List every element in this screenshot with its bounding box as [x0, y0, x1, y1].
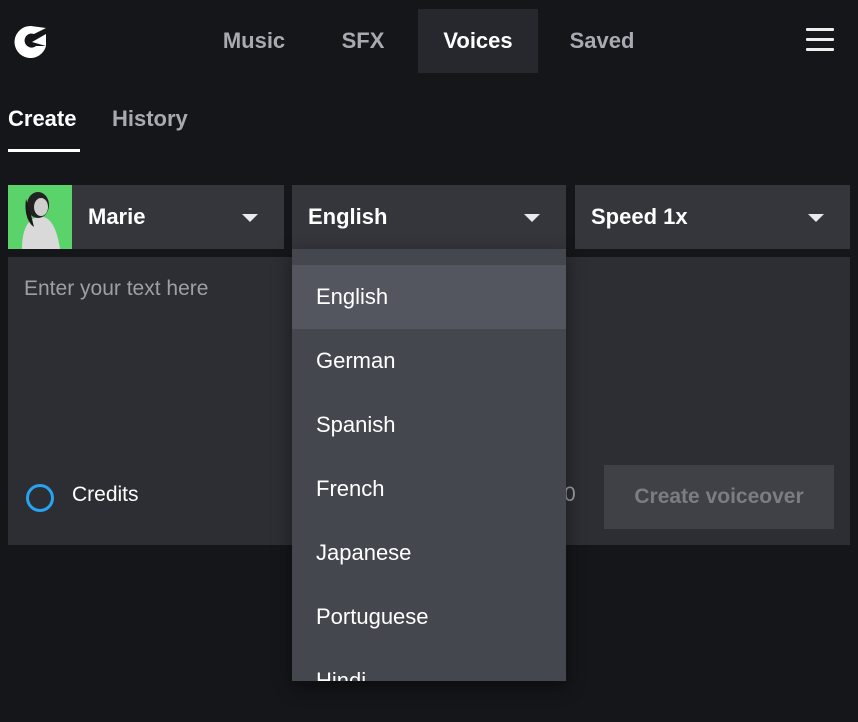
- caret-down-icon: [524, 214, 540, 222]
- voice-select-value: Marie: [88, 204, 146, 229]
- language-option-french[interactable]: French: [292, 457, 566, 521]
- tab-create[interactable]: Create: [8, 106, 81, 152]
- caret-down-icon: [808, 214, 824, 222]
- caret-down-icon: [242, 214, 258, 222]
- nav-item-saved[interactable]: Saved: [552, 9, 652, 73]
- speed-select-value: Speed 1x: [591, 204, 688, 229]
- hamburger-menu-icon[interactable]: [806, 28, 834, 54]
- language-option-japanese[interactable]: Japanese: [292, 521, 566, 585]
- language-select[interactable]: English: [292, 185, 566, 249]
- credits-label: Credits: [72, 483, 139, 506]
- language-select-value: English: [308, 204, 388, 229]
- nav-item-voices[interactable]: Voices: [418, 9, 538, 73]
- language-option-spanish[interactable]: Spanish: [292, 393, 566, 457]
- speed-select[interactable]: Speed 1x: [575, 185, 850, 249]
- create-voiceover-button[interactable]: Create voiceover: [604, 465, 834, 529]
- tab-history[interactable]: History: [112, 106, 188, 152]
- top-navigation-bar: Music SFX Voices Saved: [0, 0, 858, 82]
- language-option-portuguese[interactable]: Portuguese: [292, 585, 566, 649]
- credits-circle-icon: [26, 484, 54, 512]
- voice-avatar: [8, 185, 72, 249]
- language-dropdown-menu: English German Spanish French Japanese P…: [292, 249, 566, 681]
- app-root: Music SFX Voices Saved Create History Ma…: [0, 0, 858, 722]
- language-option-english[interactable]: English: [292, 265, 566, 329]
- nav-item-music[interactable]: Music: [202, 9, 306, 73]
- language-option-hindi[interactable]: Hindi: [292, 649, 566, 681]
- voice-select[interactable]: Marie: [8, 185, 284, 249]
- main-nav: Music SFX Voices Saved: [0, 9, 858, 73]
- language-option-german[interactable]: German: [292, 329, 566, 393]
- nav-item-sfx[interactable]: SFX: [322, 9, 404, 73]
